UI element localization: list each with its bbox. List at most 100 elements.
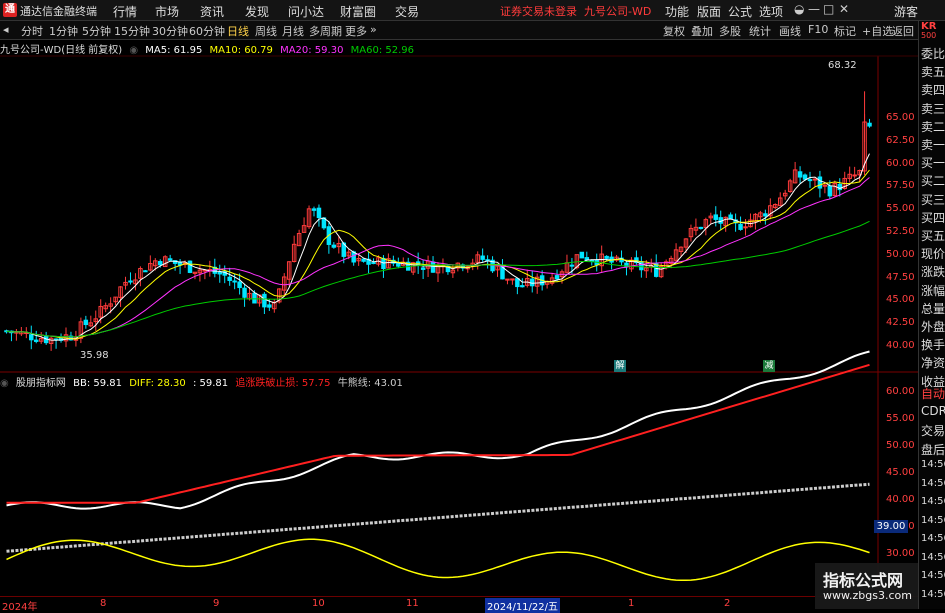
x-tick: 10	[312, 598, 325, 609]
indicator-axis-tick: 60.00	[886, 386, 915, 397]
candle-body	[822, 184, 828, 187]
candle-body	[237, 281, 242, 289]
x-tick-crosshair: 2024/11/22/五	[485, 598, 561, 613]
sidebar-item2: 14:56	[921, 533, 945, 544]
sidebar-item2: CDR	[921, 403, 945, 418]
sidebar-item: 买二	[921, 174, 945, 189]
low-price-label: 35.98	[80, 350, 109, 361]
sidebar-item: 委比	[921, 47, 945, 61]
candle-body	[396, 262, 401, 267]
candle-body	[797, 171, 803, 178]
ma5-line	[6, 153, 870, 341]
candle-body	[420, 267, 426, 270]
indicator-settings-icon[interactable]: ◉	[0, 378, 9, 389]
sidebar-item: 现价	[921, 247, 945, 262]
ma20-line	[6, 177, 870, 338]
bull-value: 牛熊线: 43.01	[337, 378, 403, 389]
x-tick: 11	[406, 598, 419, 609]
sidebar-code-sub: 500	[921, 31, 937, 40]
diff-value: DIFF: 28.30	[129, 378, 186, 389]
candle-body	[867, 122, 872, 127]
price-axis-tick: 57.50	[886, 180, 915, 192]
candle-body	[713, 214, 718, 220]
reduce-marker[interactable]: 减	[763, 360, 775, 372]
sidebar-item2: 14:56	[921, 570, 945, 581]
candle-body	[812, 178, 818, 181]
candle-body	[167, 258, 173, 261]
candle-body	[34, 339, 39, 342]
sidebar-item2: 14:56	[921, 588, 945, 600]
price-axis-tick: 50.00	[886, 248, 915, 260]
candle-body	[158, 261, 163, 266]
x-tick: 1	[628, 598, 635, 609]
sidebar-item2: 14:56	[921, 477, 945, 489]
sidebar-item2: 14:56	[921, 496, 945, 507]
candle-body	[505, 278, 510, 281]
indicator-name[interactable]: 股朋指标网	[16, 378, 66, 389]
price-axis-tick: 55.00	[886, 203, 915, 215]
sidebar-item: 买四	[921, 210, 945, 225]
candle-body	[128, 280, 133, 283]
price-axis-tick: 65.00	[886, 112, 915, 123]
candle-body	[604, 255, 609, 259]
sidebar-item2: 自动	[921, 387, 945, 401]
watermark-title: 指标公式网	[823, 571, 904, 590]
candle-body	[227, 276, 232, 281]
candle-body	[802, 174, 808, 180]
candle-body	[738, 223, 743, 230]
moving-averages	[6, 153, 870, 341]
candle-body	[143, 270, 148, 273]
candle-body	[728, 214, 733, 220]
bb-value: BB: 59.81	[73, 378, 123, 389]
x-tick: 8	[100, 598, 107, 609]
chart-grid	[0, 55, 918, 596]
sidebar-item2: 交易	[921, 424, 945, 438]
price-axis-tick: 45.00	[886, 294, 915, 306]
candle-body	[743, 226, 748, 229]
candle-body	[217, 271, 222, 275]
candle-body	[430, 261, 436, 273]
indicator-axis-tick: 30.00	[886, 548, 915, 559]
indicator-axis-tick: 50.00	[886, 440, 915, 451]
price-axis-tick: 62.50	[886, 134, 915, 146]
unlock-marker[interactable]: 解	[614, 360, 626, 372]
diff-line	[6, 538, 870, 582]
candlesticks	[4, 91, 872, 351]
candle-body	[639, 261, 644, 271]
candle-body	[852, 174, 857, 177]
candle-body	[579, 251, 585, 259]
candle-body	[83, 319, 89, 326]
candle-body	[316, 207, 322, 219]
high-price-label: 68.32	[828, 60, 857, 71]
candle-body	[267, 304, 272, 308]
indicator-price-tag: 39.00	[874, 520, 908, 533]
sidebar-item: 涨跌	[921, 265, 945, 280]
candle-body	[817, 176, 823, 189]
candle-body	[827, 185, 833, 197]
sidebar-item: 涨幅	[921, 283, 945, 298]
candle-body	[29, 334, 34, 341]
indicator-axis-tick: 40.00	[886, 494, 915, 505]
sidebar-item2: 14:56	[921, 551, 945, 563]
sidebar-item: 换手	[921, 338, 945, 353]
indicator-info-line: ◉ 股朋指标网 BB: 59.81 DIFF: 28.30 : 59.81 追涨…	[0, 374, 407, 389]
sidebar-item2: 盘后	[921, 442, 945, 457]
x-tick: 2024年	[2, 602, 38, 613]
candle-body	[520, 285, 525, 288]
sidebar-item: 卖四	[921, 83, 945, 98]
ma10-line	[6, 169, 870, 340]
sidebar-item: 卖二	[921, 119, 945, 134]
candle-body	[232, 280, 237, 283]
candle-body	[252, 292, 257, 304]
candle-body	[480, 255, 485, 260]
candle-body	[569, 264, 575, 267]
price-axis-tick: 42.50	[886, 317, 915, 329]
sidebar-item2: 14:56	[921, 514, 945, 526]
sidebar-item: 卖五	[921, 65, 945, 80]
val-value: : 59.81	[192, 378, 229, 389]
candle-body	[807, 179, 813, 182]
sidebar-item: 买五	[921, 229, 945, 243]
candle-body	[361, 258, 366, 262]
kline-chart[interactable]	[0, 0, 918, 596]
candle-body	[187, 260, 193, 273]
